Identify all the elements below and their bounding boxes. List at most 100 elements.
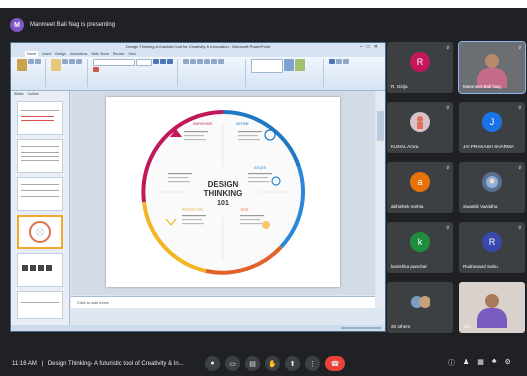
- participant-name: JAI PRAKASH SHARMA: [463, 144, 514, 149]
- more-options-button[interactable]: ⋮: [305, 356, 320, 371]
- slide-thumbnail-5[interactable]: [17, 253, 63, 287]
- participant-tile-rudranand[interactable]: ♯ R Rudranand Sahu: [459, 222, 525, 273]
- stage-prototype-label: PROTOTYPE: [182, 208, 204, 212]
- slide-thumbnail-6[interactable]: [17, 291, 63, 319]
- self-video-body: [477, 308, 507, 328]
- participant-name: Rudranand Sahu: [463, 264, 498, 269]
- participant-tile-you[interactable]: You: [459, 282, 525, 333]
- copy-icon[interactable]: [35, 59, 41, 64]
- font-color-icon[interactable]: [93, 67, 99, 72]
- italic-icon[interactable]: [160, 59, 166, 64]
- avatar: k: [410, 232, 430, 253]
- more-icon: ⋮: [309, 360, 316, 368]
- tab-view[interactable]: View: [128, 51, 136, 57]
- avatar-photo: [482, 172, 502, 193]
- delete-icon[interactable]: [76, 59, 82, 64]
- participant-name: Swastik Vasistha: [463, 204, 498, 209]
- participant-tile-kanishka[interactable]: ♯ k kanishka panchal: [387, 222, 453, 273]
- font-name-select[interactable]: [93, 59, 135, 66]
- numbering-icon[interactable]: [190, 59, 196, 64]
- slide-thumbnail-2[interactable]: [17, 139, 63, 173]
- mic-muted-icon: ♯: [446, 105, 450, 111]
- people-icon[interactable]: ♟: [463, 358, 469, 368]
- chat-icon[interactable]: ▦: [477, 358, 484, 368]
- avatar: J: [482, 112, 502, 133]
- ribbon-group-paragraph: [181, 59, 246, 87]
- participant-tile-manmeet[interactable]: ♯ Manmeet Bali Nag: [458, 41, 526, 94]
- ribbon-group-clipboard: [15, 59, 46, 87]
- layout-icon[interactable]: [62, 59, 68, 64]
- mic-muted-icon: ♯: [518, 45, 522, 51]
- paste-icon[interactable]: [17, 59, 27, 71]
- camera-button[interactable]: ▭: [225, 356, 240, 371]
- meeting-controls-bar: 11:16 AM | Design Thinking- A futuristic…: [0, 352, 527, 376]
- bold-icon[interactable]: [153, 59, 159, 64]
- find-icon[interactable]: [329, 59, 335, 64]
- mic-icon: ●: [210, 360, 215, 367]
- font-size-select[interactable]: [136, 59, 152, 66]
- align-right-icon[interactable]: [218, 59, 224, 64]
- bullets-icon[interactable]: [183, 59, 189, 64]
- notes-pane[interactable]: Click to add notes: [71, 296, 375, 308]
- tab-animations[interactable]: Animations: [70, 51, 87, 57]
- raise-hand-button[interactable]: ✋: [265, 356, 280, 371]
- slide-center-title-3: 101: [217, 200, 229, 207]
- select-icon[interactable]: [343, 59, 349, 64]
- host-controls-icon[interactable]: ⚙: [505, 358, 511, 368]
- tab-review[interactable]: Review: [113, 51, 124, 57]
- participant-tile-abhishek[interactable]: ♯ a abhishek mehta: [387, 162, 453, 213]
- mic-muted-icon: ♯: [518, 165, 522, 171]
- participant-tile-kunal[interactable]: ♯ KUNAL Arora: [387, 102, 453, 153]
- participant-tile-others[interactable]: 20 others: [387, 282, 453, 333]
- info-icon[interactable]: ⓘ: [448, 358, 455, 368]
- tab-home[interactable]: Home: [25, 51, 39, 57]
- new-slide-icon[interactable]: [51, 59, 61, 71]
- captions-button[interactable]: ▤: [245, 356, 260, 371]
- presenter-avatar: M: [10, 18, 24, 32]
- shapes-gallery[interactable]: [251, 59, 283, 73]
- scroll-thumb[interactable]: [377, 111, 384, 141]
- reset-icon[interactable]: [69, 59, 75, 64]
- slide-editing-area: DESIGN THINKING 101 EMPATHIZE DEFINE IDE…: [71, 91, 375, 295]
- vertical-scrollbar[interactable]: [376, 91, 385, 308]
- tab-outline[interactable]: Outline: [28, 91, 39, 97]
- meeting-separator: |: [41, 361, 44, 367]
- replace-icon[interactable]: [336, 59, 342, 64]
- current-slide[interactable]: DESIGN THINKING 101 EMPATHIZE DEFINE IDE…: [106, 97, 340, 287]
- panel-tabs: Slides Outline: [11, 91, 69, 97]
- avatar: R: [482, 232, 502, 253]
- mic-button[interactable]: ●: [205, 356, 220, 371]
- tab-slide-show[interactable]: Slide Show: [91, 51, 109, 57]
- test-icon: [262, 221, 270, 229]
- arrange-icon[interactable]: [284, 59, 294, 71]
- mic-muted-icon: ♯: [518, 105, 522, 111]
- tab-slides[interactable]: Slides: [14, 91, 24, 97]
- ribbon-group-slides: [49, 59, 88, 87]
- tab-insert[interactable]: Insert: [42, 51, 51, 57]
- tab-design[interactable]: Design: [55, 51, 66, 57]
- present-button[interactable]: ⬆: [285, 356, 300, 371]
- slide-thumbnail-4-selected[interactable]: [17, 215, 63, 249]
- mic-muted-icon: ♯: [518, 225, 522, 231]
- participant-tile-jai-prakash[interactable]: ♯ J JAI PRAKASH SHARMA: [459, 102, 525, 153]
- participant-name: You: [463, 324, 471, 329]
- zoom-slider[interactable]: [341, 327, 381, 329]
- align-left-icon[interactable]: [204, 59, 210, 64]
- slides-panel: Slides Outline: [11, 91, 70, 326]
- window-controls: –□✕: [360, 44, 382, 50]
- activities-icon[interactable]: ♣: [492, 358, 497, 368]
- align-center-icon[interactable]: [211, 59, 217, 64]
- quick-styles-icon[interactable]: [295, 59, 305, 71]
- slide-thumbnail-3[interactable]: [17, 177, 63, 211]
- participant-tile-r-girija[interactable]: ♯ R R. Girija: [387, 42, 453, 93]
- underline-icon[interactable]: [167, 59, 173, 64]
- avatar-photo: [410, 112, 430, 133]
- participant-name: KUNAL Arora: [391, 144, 419, 149]
- captions-icon: ▤: [249, 360, 256, 368]
- end-call-button[interactable]: ☎: [325, 356, 345, 371]
- participant-tile-swastik[interactable]: ♯ Swastik Vasistha: [459, 162, 525, 213]
- presenting-banner: M Manmeet Bali Nag is presenting: [10, 16, 310, 34]
- slide-thumbnail-1[interactable]: [17, 101, 63, 135]
- indent-icon[interactable]: [197, 59, 203, 64]
- cut-icon[interactable]: [28, 59, 34, 64]
